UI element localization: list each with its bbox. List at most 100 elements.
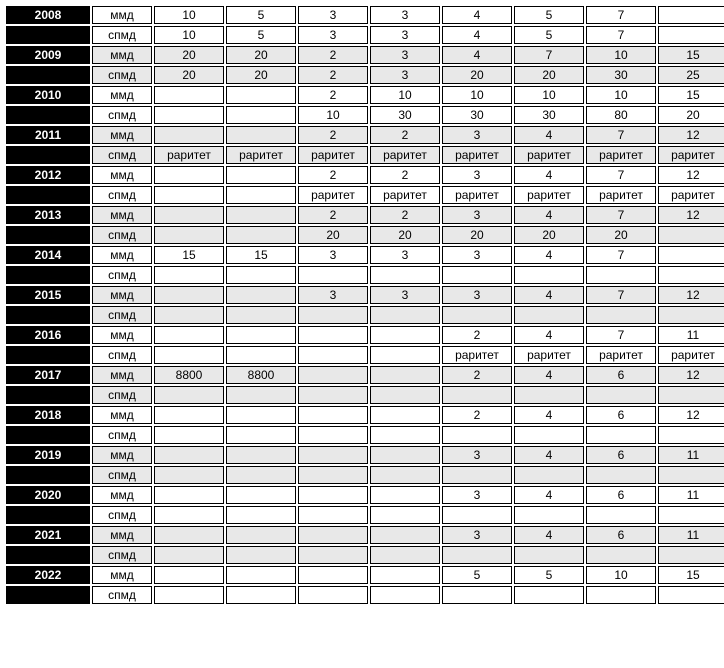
value-cell: 11: [658, 446, 724, 464]
year-cell: 2015: [6, 286, 90, 304]
value-cell: 3: [298, 6, 368, 24]
table-row: спмдраритетраритетраритетраритетраритетр…: [6, 186, 724, 204]
value-cell: 20: [586, 226, 656, 244]
price-table: 2008ммд10533457спмд105334572009ммд202023…: [4, 4, 724, 606]
value-cell: 5: [514, 6, 584, 24]
value-cell: 4: [514, 206, 584, 224]
value-cell: [442, 506, 512, 524]
value-cell: [298, 326, 368, 344]
value-cell: 12: [658, 366, 724, 384]
value-cell: [298, 526, 368, 544]
value-cell: [154, 86, 224, 104]
value-cell: раритет: [586, 346, 656, 364]
value-cell: 8800: [226, 366, 296, 384]
value-cell: 10: [442, 86, 512, 104]
year-cell: 2013: [6, 206, 90, 224]
mint-cell: ммд: [92, 526, 152, 544]
mint-cell: ммд: [92, 566, 152, 584]
value-cell: [154, 506, 224, 524]
value-cell: [226, 326, 296, 344]
table-row: 2015ммд3334712: [6, 286, 724, 304]
table-row: 2013ммд2234712: [6, 206, 724, 224]
year-cell: [6, 546, 90, 564]
value-cell: 3: [442, 246, 512, 264]
value-cell: 4: [514, 446, 584, 464]
value-cell: 2: [298, 86, 368, 104]
value-cell: [154, 466, 224, 484]
mint-cell: спмд: [92, 26, 152, 44]
year-cell: [6, 346, 90, 364]
mint-cell: спмд: [92, 506, 152, 524]
value-cell: [226, 566, 296, 584]
value-cell: [154, 586, 224, 604]
value-cell: [370, 326, 440, 344]
value-cell: раритет: [514, 346, 584, 364]
value-cell: 7: [586, 26, 656, 44]
value-cell: [298, 466, 368, 484]
value-cell: 6: [586, 526, 656, 544]
value-cell: [154, 286, 224, 304]
value-cell: раритет: [298, 186, 368, 204]
value-cell: [226, 106, 296, 124]
value-cell: 3: [442, 166, 512, 184]
value-cell: 5: [514, 26, 584, 44]
value-cell: [370, 486, 440, 504]
value-cell: [226, 166, 296, 184]
value-cell: [226, 286, 296, 304]
value-cell: [154, 346, 224, 364]
table-row: спмд: [6, 426, 724, 444]
value-cell: [298, 486, 368, 504]
mint-cell: ммд: [92, 46, 152, 64]
value-cell: [298, 266, 368, 284]
value-cell: 15: [226, 246, 296, 264]
value-cell: [154, 266, 224, 284]
value-cell: [658, 226, 724, 244]
value-cell: 6: [586, 486, 656, 504]
value-cell: 4: [514, 286, 584, 304]
value-cell: 15: [658, 46, 724, 64]
value-cell: [442, 266, 512, 284]
table-row: 2010ммд21010101015: [6, 86, 724, 104]
value-cell: [298, 586, 368, 604]
value-cell: 3: [370, 46, 440, 64]
value-cell: 4: [514, 526, 584, 544]
mint-cell: ммд: [92, 366, 152, 384]
value-cell: 80: [586, 106, 656, 124]
value-cell: 3: [442, 286, 512, 304]
table-row: спмд: [6, 586, 724, 604]
value-cell: [154, 126, 224, 144]
value-cell: [514, 426, 584, 444]
value-cell: [226, 186, 296, 204]
year-cell: [6, 586, 90, 604]
value-cell: 20: [442, 226, 512, 244]
value-cell: [226, 226, 296, 244]
year-cell: [6, 186, 90, 204]
value-cell: раритет: [658, 146, 724, 164]
value-cell: 2: [298, 46, 368, 64]
value-cell: [658, 426, 724, 444]
table-row: спмд: [6, 386, 724, 404]
value-cell: 20: [658, 106, 724, 124]
value-cell: [586, 466, 656, 484]
value-cell: 20: [154, 66, 224, 84]
value-cell: раритет: [586, 186, 656, 204]
year-cell: [6, 26, 90, 44]
mint-cell: спмд: [92, 426, 152, 444]
table-row: спмд2020202020: [6, 226, 724, 244]
value-cell: [370, 466, 440, 484]
value-cell: [226, 446, 296, 464]
mint-cell: ммд: [92, 246, 152, 264]
value-cell: [658, 506, 724, 524]
value-cell: [514, 546, 584, 564]
table-row: 2008ммд10533457: [6, 6, 724, 24]
value-cell: 4: [514, 166, 584, 184]
value-cell: [658, 546, 724, 564]
value-cell: 15: [658, 86, 724, 104]
mint-cell: ммд: [92, 326, 152, 344]
value-cell: [226, 346, 296, 364]
mint-cell: спмд: [92, 346, 152, 364]
value-cell: 10: [586, 566, 656, 584]
table-row: спмд: [6, 466, 724, 484]
year-cell: 2018: [6, 406, 90, 424]
year-cell: 2016: [6, 326, 90, 344]
